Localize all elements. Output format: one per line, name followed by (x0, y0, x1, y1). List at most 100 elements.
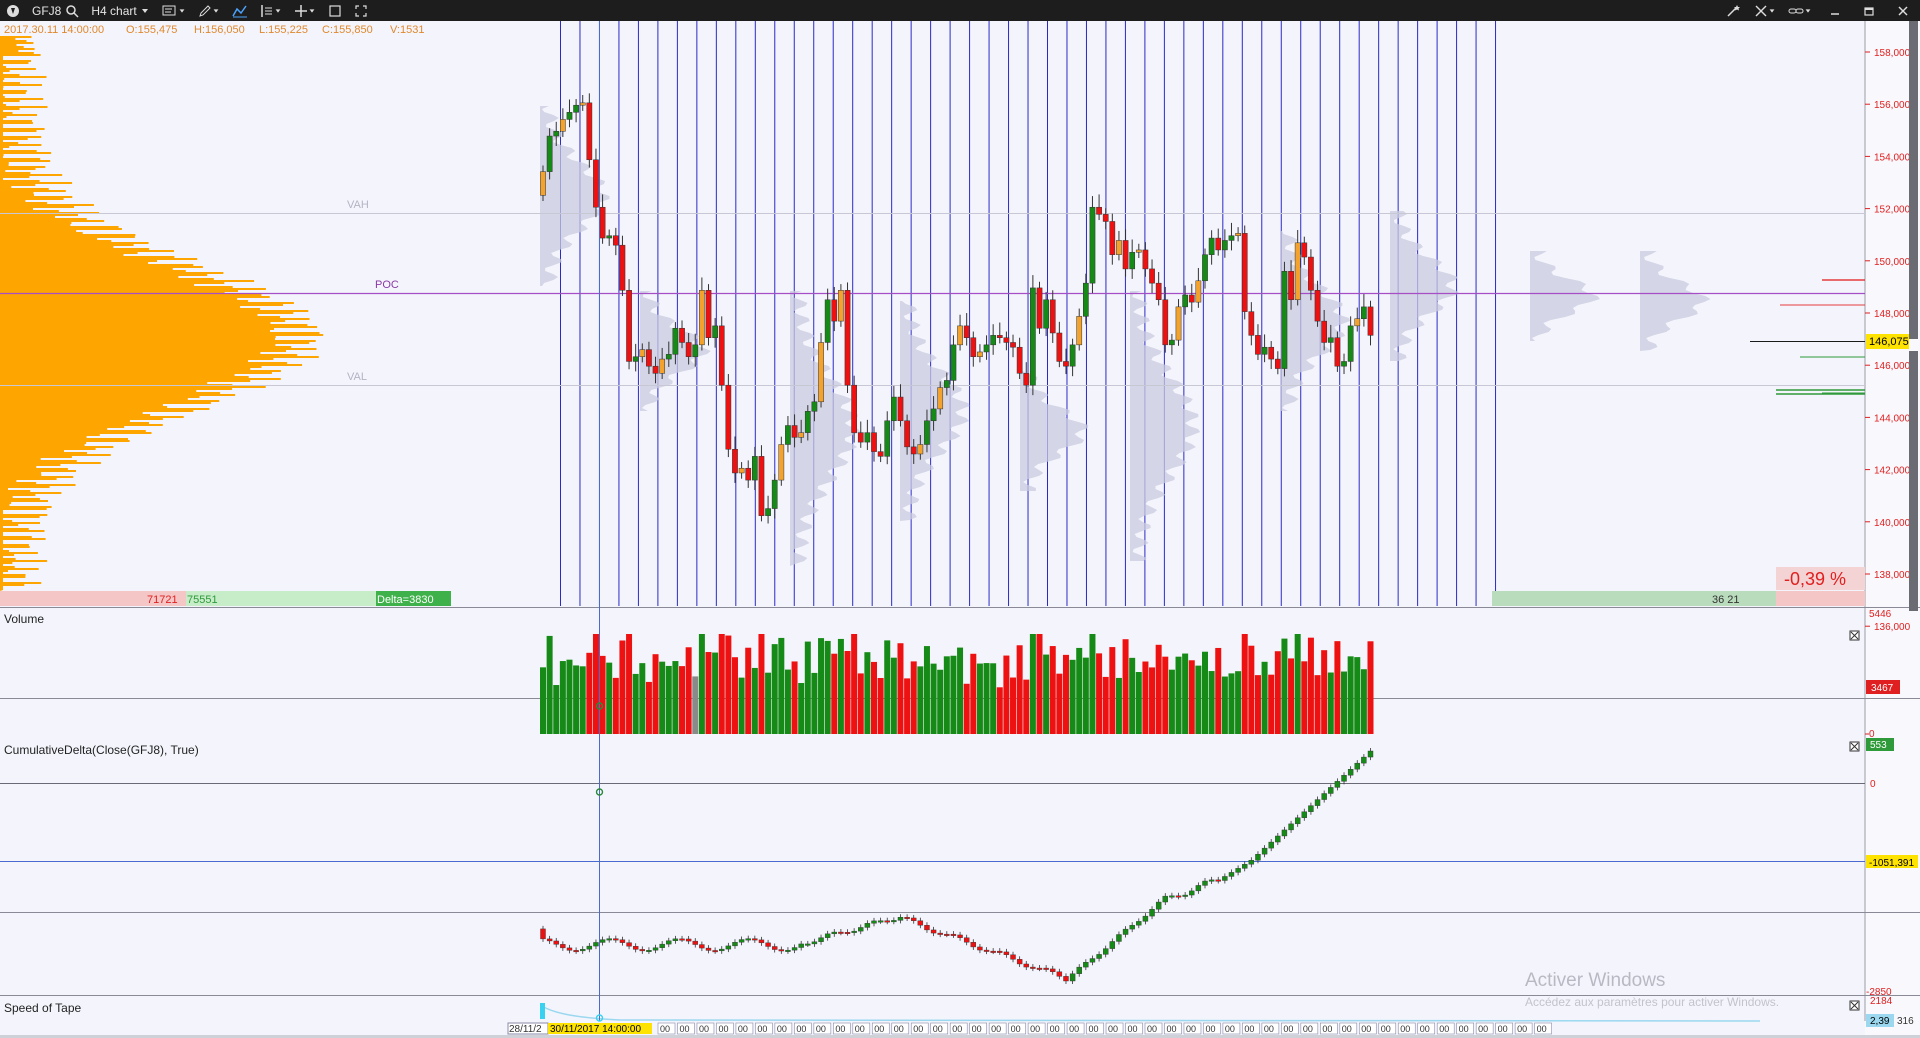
price-candle (1241, 233, 1248, 312)
chart-canvas[interactable]: VAH POC VAL 2017.30.11 14:00:00 O:155,47… (0, 21, 1920, 1035)
delta-candle (586, 945, 593, 950)
delta-candle (758, 939, 765, 944)
volume-bar (679, 666, 686, 734)
delta-candle (1321, 793, 1327, 800)
delta-candle (891, 920, 897, 923)
delta-candle (791, 947, 798, 951)
delta-candle (566, 947, 573, 951)
time-tick-label: 00 (1186, 1024, 1196, 1034)
ohlc-high: H:156,050 (194, 24, 245, 36)
vah-label: VAH (347, 199, 369, 211)
volume-bar (586, 652, 593, 734)
time-tick-label: 00 (1069, 1024, 1079, 1034)
delta-close-icon[interactable] (1849, 741, 1860, 752)
price-candle (685, 342, 692, 357)
indicators-icon (260, 4, 272, 17)
minimize-icon (1831, 12, 1839, 15)
chart-type-icon (162, 5, 176, 15)
price-candle (871, 432, 877, 452)
window-button[interactable] (322, 0, 348, 21)
price-candle (983, 344, 990, 353)
delta-candle (1122, 928, 1129, 935)
time-tick-label: 00 (1283, 1024, 1293, 1034)
delta-candle (606, 938, 612, 941)
time-tick-label: 00 (1537, 1024, 1547, 1034)
volume-bar (731, 657, 738, 734)
delta-candle (599, 939, 606, 943)
link-button[interactable] (1782, 0, 1818, 21)
ohlc-header: 2017.30.11 14:00:00 O:155,475 H:156,050 … (4, 24, 424, 36)
chart-type-button[interactable] (156, 0, 192, 21)
tape-panel-title: Speed of Tape (4, 1001, 82, 1015)
fullscreen-button[interactable] (348, 0, 374, 21)
delta-candle (699, 944, 705, 949)
price-tick-label: 146,000 (1874, 361, 1911, 372)
minimize-button[interactable] (1818, 0, 1852, 21)
time-tick-label: 00 (1108, 1024, 1118, 1034)
app-logo-icon[interactable] (0, 0, 26, 21)
magic-wand-icon (1727, 4, 1740, 17)
symbol-selector[interactable]: GFJ8 (26, 0, 85, 21)
price-tick-label: 158,000 (1874, 48, 1911, 59)
delta-candle (844, 932, 851, 934)
delta-candle (1030, 966, 1036, 969)
price-candle (851, 384, 857, 433)
indicators-button[interactable] (254, 0, 288, 21)
delta-candle (652, 947, 659, 951)
time-tick-label: 00 (679, 1024, 689, 1034)
price-candle (1056, 332, 1063, 362)
restore-button[interactable] (1852, 0, 1886, 21)
ohlc-open: O:155,475 (126, 24, 177, 36)
tape-axis-top: 2184 (1870, 996, 1893, 1007)
price-scroll-handle-2[interactable] (1909, 351, 1918, 611)
drawing-tools-button[interactable] (192, 0, 226, 21)
line-chart-button[interactable] (226, 0, 254, 21)
delta-candle (1043, 967, 1049, 970)
volume-bar (1327, 672, 1334, 734)
price-candle (1089, 206, 1096, 284)
volume-bar (1076, 647, 1083, 734)
price-candle (1082, 282, 1089, 317)
price-candle (679, 327, 685, 343)
delta-candle (1116, 934, 1122, 942)
crosshair-button[interactable] (288, 0, 322, 21)
price-candle (771, 479, 778, 509)
delta-candle (619, 939, 626, 943)
price-candle (1235, 233, 1241, 236)
price-candle (1228, 235, 1235, 241)
time-tick-label: 00 (816, 1024, 826, 1034)
search-icon (66, 4, 79, 18)
delta-candle (1155, 901, 1162, 910)
price-candle (1076, 316, 1083, 346)
delta-candle (646, 950, 652, 952)
delta-candle (970, 942, 976, 948)
volume-bar (685, 647, 692, 734)
time-tick-label: 00 (1478, 1024, 1488, 1034)
time-tick-label: 00 (1420, 1024, 1430, 1034)
volume-bar (1202, 651, 1208, 734)
time-tick-label: 00 (1128, 1024, 1138, 1034)
sync-button[interactable] (1748, 0, 1782, 21)
tape-close-icon[interactable] (1849, 1000, 1860, 1011)
volume-bar (639, 663, 646, 734)
volume-bar (1268, 674, 1275, 734)
timeframe-selector[interactable]: H4 chart (85, 0, 155, 21)
delta-candle (772, 946, 778, 950)
delta-candle (560, 944, 566, 949)
delta-candle (824, 933, 831, 938)
delta-candle (752, 938, 758, 941)
chart-workspace[interactable]: VAH POC VAL 2017.30.11 14:00:00 O:155,47… (0, 21, 1920, 1035)
volume-close-icon[interactable] (1849, 630, 1860, 641)
delta-candle (950, 933, 957, 936)
price-candle (778, 444, 785, 481)
volume-bar (1341, 671, 1348, 734)
price-candle (1208, 237, 1215, 255)
magic-wand-button[interactable] (1720, 0, 1748, 21)
price-candle (824, 299, 831, 343)
close-button[interactable] (1886, 0, 1920, 21)
price-candle (1222, 240, 1228, 251)
price-scroll-handle[interactable] (1909, 21, 1918, 339)
volume-bar (837, 638, 844, 734)
time-axis[interactable]: 00 00 00 00 00 00 00 00 00 00 00 00 00 00 00 00 00 00 00 00… (657, 1022, 1552, 1035)
price-candle (619, 244, 626, 291)
